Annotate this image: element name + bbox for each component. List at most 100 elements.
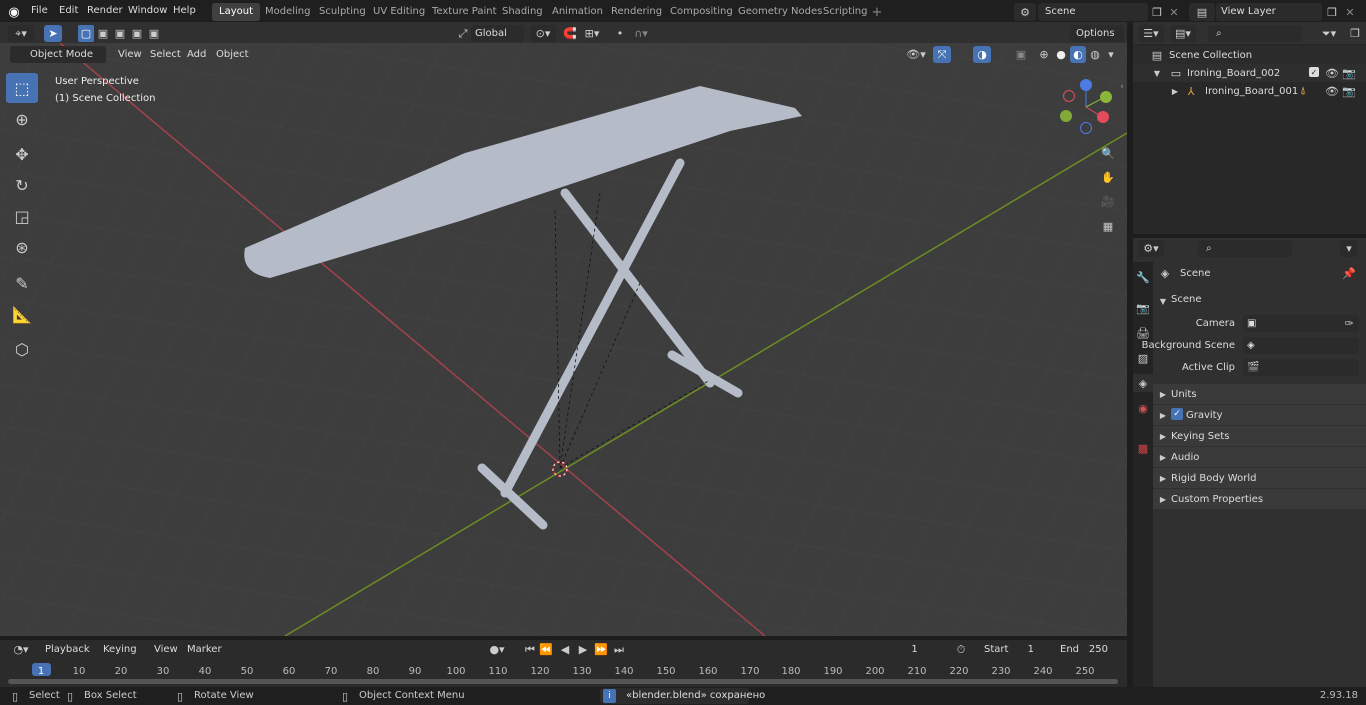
auto-keying-icon[interactable]: ●▾: [481, 641, 513, 658]
menu-window[interactable]: Window: [128, 5, 167, 16]
eyedropper-icon[interactable]: ✑: [1342, 315, 1356, 332]
active-clip-field[interactable]: 🎬: [1243, 359, 1359, 376]
move-tool-icon[interactable]: ✥: [6, 139, 38, 169]
gizmo-toggle-icon[interactable]: ⤧: [933, 46, 951, 63]
tab-sculpting[interactable]: Sculpting: [312, 3, 373, 21]
panel-gravity[interactable]: [1153, 405, 1366, 425]
menu-help[interactable]: Help: [173, 5, 196, 16]
display-mode-icon[interactable]: ▤▾: [1170, 25, 1196, 42]
scene-name-field[interactable]: Scene: [1038, 3, 1148, 21]
object-mode-dropdown[interactable]: Object Mode: [10, 46, 106, 63]
measure-tool-icon[interactable]: 📐: [6, 299, 38, 329]
new-view-layer-icon[interactable]: ❐: [1324, 3, 1340, 21]
zoom-icon[interactable]: 🔍: [1098, 143, 1118, 163]
next-keyframe-icon[interactable]: ⏩: [594, 641, 608, 658]
expand-chevron-icon[interactable]: ▶: [1158, 410, 1168, 420]
start-frame-field[interactable]: Start 1: [972, 641, 1044, 658]
visibility-icon[interactable]: 👁▾: [903, 46, 929, 63]
blender-logo-icon[interactable]: ◉: [6, 4, 22, 20]
filter-icon[interactable]: ⏷▾: [1316, 25, 1342, 42]
new-scene-icon[interactable]: ❐: [1149, 3, 1165, 21]
background-scene-field[interactable]: ◈: [1243, 337, 1359, 354]
expand-chevron-icon[interactable]: ▶: [1158, 431, 1168, 441]
timeline-editor-icon[interactable]: ◔▾: [8, 641, 34, 658]
outliner-search-input[interactable]: ⌕: [1208, 25, 1302, 42]
timeline-marker-menu[interactable]: Marker: [187, 644, 222, 655]
proportional-edit-icon[interactable]: •: [612, 25, 628, 42]
select-mode-new-icon[interactable]: ▢: [78, 25, 94, 42]
visibility-eye-icon[interactable]: 👁: [1325, 66, 1339, 80]
gravity-checkbox[interactable]: ✓: [1171, 408, 1183, 420]
pan-hand-icon[interactable]: ✋: [1098, 167, 1118, 187]
scene-tab-icon[interactable]: ◈: [1133, 374, 1153, 392]
pin-icon[interactable]: 📌: [1342, 265, 1356, 281]
panel-label[interactable]: Units: [1171, 389, 1197, 400]
expand-chevron-icon[interactable]: ▼: [1152, 67, 1162, 79]
timeline-view-menu[interactable]: View: [154, 644, 178, 655]
current-frame-field[interactable]: 1: [882, 641, 947, 658]
outliner-item-label[interactable]: Ironing_Board_002: [1187, 68, 1280, 79]
tab-modeling[interactable]: Modeling: [258, 3, 318, 21]
transform-tool-icon[interactable]: ⊛: [6, 232, 38, 262]
sidebar-toggle-icon[interactable]: ‹: [1118, 80, 1126, 94]
texture-tab-icon[interactable]: ▩: [1133, 439, 1153, 457]
tab-scripting[interactable]: Scripting: [816, 3, 874, 21]
timeline-scrollbar[interactable]: [8, 679, 1118, 684]
view-layer-tab-icon[interactable]: ▨: [1133, 349, 1153, 367]
tab-compositing[interactable]: Compositing: [663, 3, 740, 21]
keying-dropdown[interactable]: Keying: [98, 641, 146, 658]
scale-tool-icon[interactable]: ◲: [6, 201, 38, 231]
select-box-tool-icon[interactable]: ⬚: [6, 73, 38, 103]
panel-label[interactable]: Gravity: [1186, 410, 1223, 421]
cursor-tool-icon[interactable]: ⊕: [6, 104, 38, 134]
snap-target-icon[interactable]: ⊞▾: [579, 25, 605, 42]
scene-selector-icon[interactable]: ⚙: [1014, 3, 1036, 21]
select-mode-subtract-icon[interactable]: ▣: [112, 25, 128, 42]
world-tab-icon[interactable]: ◉: [1133, 399, 1153, 417]
expand-chevron-icon[interactable]: ▶: [1158, 473, 1168, 483]
remove-scene-icon[interactable]: ✕: [1166, 3, 1182, 21]
tab-rendering[interactable]: Rendering: [604, 3, 669, 21]
panel-label[interactable]: Custom Properties: [1171, 494, 1263, 505]
panel-label[interactable]: Audio: [1171, 452, 1199, 463]
expand-chevron-icon[interactable]: ▶: [1158, 452, 1168, 462]
transform-orientation-field[interactable]: Global: [471, 25, 524, 42]
object-menu[interactable]: Object: [216, 49, 249, 60]
perspective-toggle-icon[interactable]: ▦: [1098, 216, 1118, 236]
properties-options-icon[interactable]: ▾: [1340, 240, 1358, 257]
xray-icon[interactable]: ▣: [1013, 46, 1029, 63]
add-cube-tool-icon[interactable]: ⬡: [6, 334, 38, 364]
select-mode-extend-icon[interactable]: ▣: [95, 25, 111, 42]
pivot-point-icon[interactable]: ⊙▾: [530, 25, 556, 42]
view-menu[interactable]: View: [118, 49, 142, 60]
panel-label[interactable]: Keying Sets: [1171, 431, 1229, 442]
menu-edit[interactable]: Edit: [59, 5, 78, 16]
snap-icon[interactable]: 🧲: [562, 25, 578, 42]
view-layer-icon[interactable]: ▤: [1189, 3, 1215, 21]
jump-start-icon[interactable]: ⏮: [523, 641, 537, 658]
select-menu[interactable]: Select: [150, 49, 181, 60]
wireframe-shading-icon[interactable]: ⊕: [1036, 46, 1052, 63]
tab-shading[interactable]: Shading: [495, 3, 550, 21]
jump-end-icon[interactable]: ⏭: [612, 641, 626, 658]
rendered-shading-icon[interactable]: ◍: [1087, 46, 1103, 63]
render-camera-icon[interactable]: 📷: [1342, 66, 1356, 80]
new-collection-icon[interactable]: ❐: [1348, 25, 1362, 42]
tab-layout[interactable]: Layout: [212, 3, 260, 21]
select-mode-intersect-icon[interactable]: ▣: [146, 25, 162, 42]
remove-view-layer-icon[interactable]: ✕: [1342, 3, 1358, 21]
overlay-toggle-icon[interactable]: ◑: [973, 46, 991, 63]
scene-collection-label[interactable]: Scene Collection: [1169, 50, 1252, 61]
outliner-editor-icon[interactable]: ☰▾: [1138, 25, 1164, 42]
material-shading-icon[interactable]: ◐: [1070, 46, 1086, 63]
stopwatch-icon[interactable]: ⏱: [954, 641, 968, 658]
add-workspace-icon[interactable]: +: [870, 5, 884, 20]
viewport-3d[interactable]: [0, 43, 1127, 636]
scene-section-label[interactable]: Scene: [1171, 294, 1202, 305]
play-icon[interactable]: ▶: [576, 641, 590, 658]
annotate-tool-icon[interactable]: ✎: [6, 268, 38, 298]
prev-keyframe-icon[interactable]: ⏪: [539, 641, 553, 658]
select-mode-invert-icon[interactable]: ▣: [129, 25, 145, 42]
render-camera-icon[interactable]: 📷: [1342, 84, 1356, 98]
tool-tab-icon[interactable]: 🔧: [1133, 268, 1153, 286]
